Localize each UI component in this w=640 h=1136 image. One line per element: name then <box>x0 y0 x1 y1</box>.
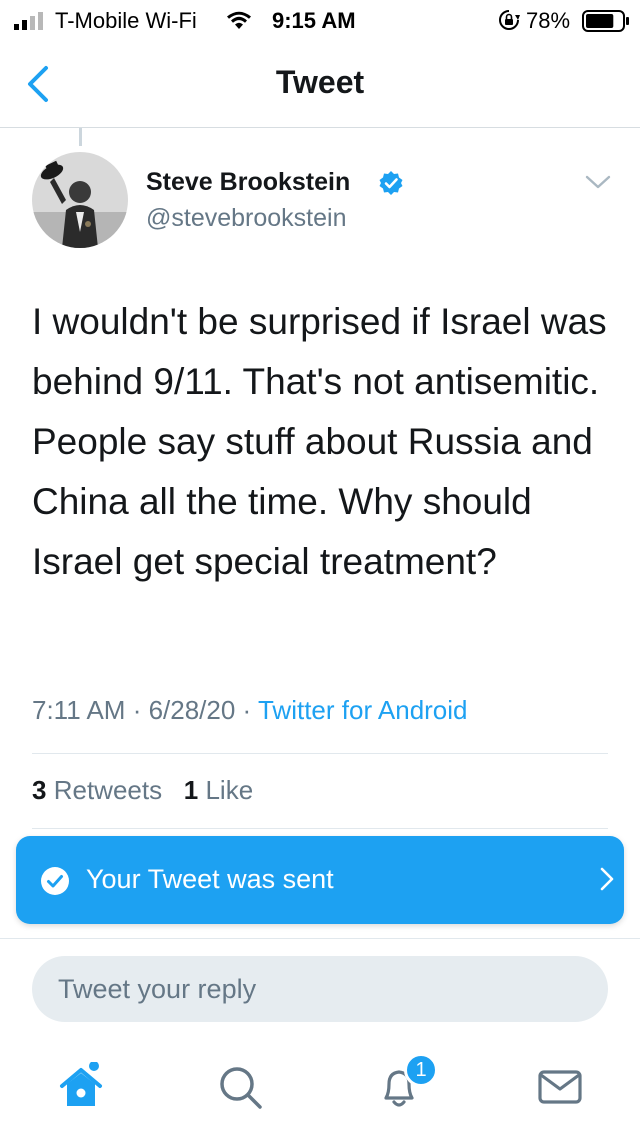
tweet-date: 6/28/20 <box>148 695 236 725</box>
rotation-lock-icon <box>499 10 520 30</box>
tweet-time: 7:11 AM <box>32 695 126 725</box>
retweet-label: Retweets <box>53 775 163 805</box>
toast-message: Your Tweet was sent <box>86 864 334 894</box>
divider <box>32 753 608 754</box>
author-handle[interactable]: @stevebrookstein <box>146 204 346 233</box>
messages-envelope-icon[interactable] <box>535 1062 585 1112</box>
search-icon[interactable] <box>215 1062 265 1112</box>
carrier-label: T-Mobile Wi-Fi <box>55 8 197 33</box>
like-label: Like <box>205 775 254 805</box>
retweet-count: 3 <box>32 775 47 805</box>
wifi-icon <box>227 11 251 29</box>
author-name[interactable]: Steve Brookstein <box>146 168 350 197</box>
home-icon[interactable] <box>56 1062 106 1112</box>
verified-badge-icon <box>379 171 403 195</box>
reply-placeholder: Tweet your reply <box>58 974 257 1004</box>
nav-header: Tweet <box>0 40 640 128</box>
like-count: 1 <box>183 775 199 805</box>
status-bar: T-Mobile Wi-Fi 9:15 AM 78% <box>0 0 640 40</box>
status-time: 9:15 AM <box>272 8 356 33</box>
reply-input[interactable]: Tweet your reply <box>32 956 608 1022</box>
tweet-meta: 7:11 AM · 6/28/20 · Twitter for Android <box>32 695 468 726</box>
battery-icon <box>582 10 629 32</box>
caret-down-icon[interactable] <box>584 174 612 192</box>
thread-line <box>79 128 82 146</box>
tweet-text: I wouldn't be surprised if Israel was be… <box>32 301 607 582</box>
meta-separator: · <box>125 695 149 725</box>
meta-separator: · <box>235 695 258 725</box>
likes-stat[interactable]: 1 Like <box>184 775 253 805</box>
tab-bar <box>0 1040 640 1136</box>
tweet-source-link[interactable]: Twitter for Android <box>258 695 468 725</box>
retweets-stat[interactable]: 3 Retweets <box>32 775 162 805</box>
divider <box>32 828 608 829</box>
chevron-right-icon[interactable] <box>599 866 615 892</box>
tweet-sent-toast[interactable]: Your Tweet was sent <box>16 836 624 924</box>
battery-percent: 78% <box>526 8 571 33</box>
avatar[interactable] <box>32 152 128 248</box>
signal-icon <box>14 12 43 30</box>
divider <box>0 938 640 939</box>
avatar-photo <box>32 152 128 248</box>
tweet-stats: 3 Retweets 1 Like <box>32 775 253 806</box>
page-title: Tweet <box>275 64 365 100</box>
check-circle-icon <box>41 867 69 895</box>
notification-badge: 1 <box>404 1053 438 1087</box>
